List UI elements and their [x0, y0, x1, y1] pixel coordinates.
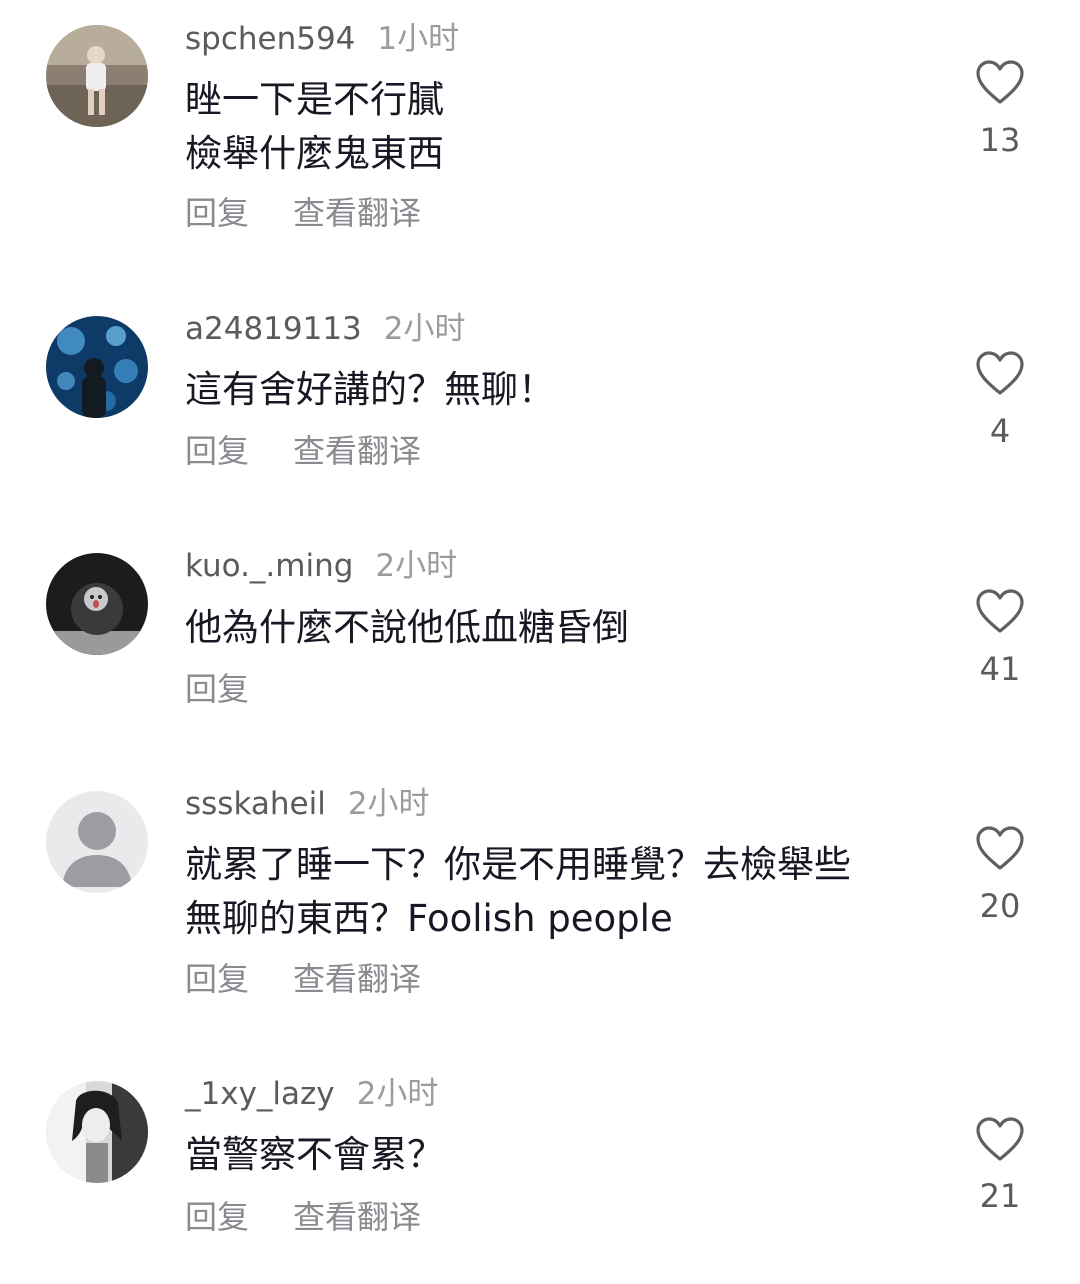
- heart-icon[interactable]: [975, 350, 1025, 396]
- reply-button[interactable]: 回复: [185, 432, 249, 470]
- comment-actions: 回复 查看翻译: [185, 959, 421, 999]
- comment-meta: kuo._.ming 2小时: [185, 546, 457, 586]
- avatar[interactable]: [46, 1081, 148, 1183]
- reply-button[interactable]: 回复: [185, 960, 249, 998]
- timestamp: 2小时: [375, 548, 458, 584]
- reply-button[interactable]: 回复: [185, 1198, 249, 1236]
- username[interactable]: a24819113: [185, 311, 362, 347]
- username[interactable]: kuo._.ming: [185, 548, 353, 584]
- comment-meta: ssskaheil 2小时: [185, 784, 430, 824]
- comment-actions: 回复: [185, 669, 249, 709]
- comment-meta: _1xy_lazy 2小时: [185, 1074, 438, 1114]
- reply-button[interactable]: 回复: [185, 194, 249, 232]
- username[interactable]: ssskaheil: [185, 786, 326, 822]
- comment-meta: spchen594 1小时: [185, 19, 459, 59]
- timestamp: 2小时: [383, 311, 466, 347]
- like-count: 41: [979, 650, 1021, 688]
- heart-icon[interactable]: [975, 1116, 1025, 1162]
- heart-icon[interactable]: [975, 59, 1025, 105]
- avatar[interactable]: [46, 553, 148, 655]
- avatar[interactable]: [46, 316, 148, 418]
- comment-meta: a24819113 2小时: [185, 309, 466, 349]
- translate-button[interactable]: 查看翻译: [293, 960, 421, 998]
- like-count: 21: [979, 1177, 1021, 1215]
- comment-text: 就累了睡一下？你是不用睡覺？去檢舉些 無聊的東西？Foolish people: [185, 843, 851, 940]
- like-count: 13: [979, 121, 1021, 159]
- username[interactable]: spchen594: [185, 21, 355, 57]
- translate-button[interactable]: 查看翻译: [293, 1198, 421, 1236]
- comment-text: 睉一下是不行膩 檢舉什麼鬼東西: [185, 78, 444, 175]
- timestamp: 2小时: [356, 1076, 439, 1112]
- reply-button[interactable]: 回复: [185, 670, 249, 708]
- comment-actions: 回复 查看翻译: [185, 431, 421, 471]
- comment-actions: 回复 查看翻译: [185, 193, 421, 233]
- avatar[interactable]: [46, 791, 148, 893]
- comment-text: 當警察不會累？: [185, 1133, 444, 1176]
- like-count: 4: [989, 412, 1011, 450]
- comment-actions: 回复 查看翻译: [185, 1197, 421, 1237]
- comment-text: 他為什麼不說他低血糖昏倒: [185, 606, 629, 649]
- heart-icon[interactable]: [975, 588, 1025, 634]
- timestamp: 1小时: [377, 21, 460, 57]
- comment-text: 這有舍好講的？無聊！: [185, 368, 555, 411]
- like-count: 20: [979, 887, 1021, 925]
- username[interactable]: _1xy_lazy: [185, 1076, 335, 1112]
- translate-button[interactable]: 查看翻译: [293, 432, 421, 470]
- timestamp: 2小时: [347, 786, 430, 822]
- translate-button[interactable]: 查看翻译: [293, 194, 421, 232]
- avatar[interactable]: [46, 25, 148, 127]
- heart-icon[interactable]: [975, 825, 1025, 871]
